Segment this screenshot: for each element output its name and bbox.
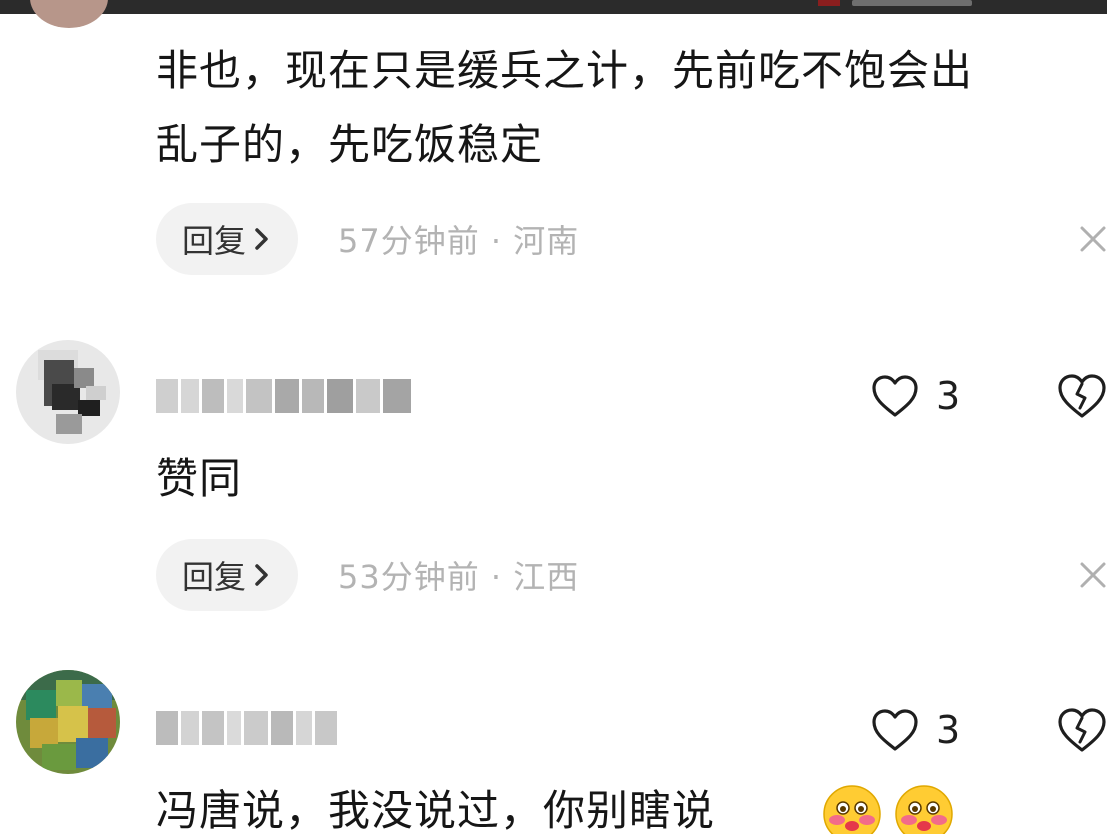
blushing-face-emoji-icon: [823, 785, 881, 834]
username-blurred[interactable]: [156, 706, 337, 750]
like-count: 3: [936, 708, 961, 752]
comment-time-location: 53分钟前 · 江西: [338, 558, 580, 596]
close-icon[interactable]: [1073, 219, 1107, 259]
cutoff-icon: [818, 0, 840, 6]
like-count: 3: [936, 374, 961, 418]
avatar[interactable]: [16, 670, 120, 774]
username-blurred[interactable]: [156, 374, 411, 418]
reply-label: 回复: [182, 222, 247, 260]
avatar[interactable]: [16, 340, 120, 444]
comment-text-line: 非也，现在只是缓兵之计，先前吃不饱会出: [156, 46, 974, 95]
heart-outline-icon: [872, 375, 918, 417]
comment-thread: 非也，现在只是缓兵之计，先前吃不饱会出 乱子的，先吃饭稳定 回复 57分钟前 ·…: [0, 0, 1107, 834]
blushing-face-emoji-icon: [895, 785, 953, 834]
comment-meta-row: 回复 53分钟前 · 江西: [156, 539, 1107, 611]
comment-text-line: 乱子的，先吃饭稳定: [156, 120, 544, 169]
heart-outline-icon: [872, 709, 918, 751]
reply-label: 回复: [182, 558, 247, 596]
close-icon[interactable]: [1073, 555, 1107, 595]
cutoff-text: [852, 0, 972, 6]
reply-button[interactable]: 回复: [156, 203, 299, 275]
like-button[interactable]: 3: [870, 700, 960, 760]
chevron-right-icon: [255, 564, 268, 586]
reply-button[interactable]: 回复: [156, 539, 299, 611]
broken-heart-outline-icon[interactable]: [1056, 372, 1107, 420]
like-button[interactable]: 3: [870, 366, 960, 426]
chevron-right-icon: [255, 228, 268, 250]
comment-meta-row: 回复 57分钟前 · 河南: [156, 203, 1107, 275]
avatar[interactable]: [30, 0, 108, 28]
broken-heart-outline-icon[interactable]: [1056, 706, 1107, 754]
comment-text: 赞同: [156, 454, 243, 503]
comment-text: 冯唐说，我没说过，你别瞎说: [156, 786, 716, 834]
comment-time-location: 57分钟前 · 河南: [338, 222, 580, 260]
